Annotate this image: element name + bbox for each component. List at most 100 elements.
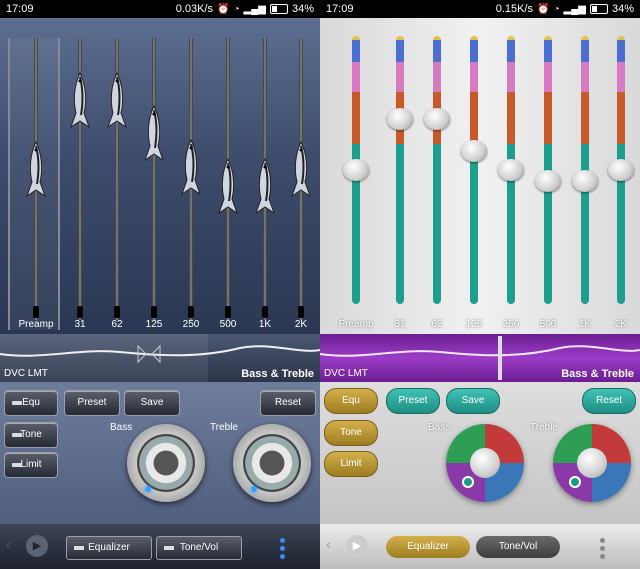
dvc-lmt-label: DVC LMT [324, 368, 368, 379]
slider-knob[interactable] [424, 108, 450, 131]
bass-led-icon [145, 486, 151, 492]
fish-slider-handle-icon[interactable] [107, 71, 127, 133]
tone-button[interactable]: Tone [324, 420, 378, 446]
preset-label: Preset [398, 395, 428, 406]
equalizer-tab[interactable]: Equalizer [386, 536, 470, 558]
slider-rail [152, 38, 156, 320]
control-area: Equ Tone Limit Preset Save Reset Bass Tr… [0, 382, 320, 524]
tone-vol-tab[interactable]: Tone/Vol [156, 536, 242, 560]
eq-slider-6[interactable]: 1K [247, 18, 283, 334]
reset-button[interactable]: Reset [582, 388, 636, 414]
equalizer-sliders: Preamp 31 62 125 250 500 1K 2K [320, 18, 640, 334]
bass-treble-wave: DVC LMT Bass & Treble [0, 334, 320, 382]
treble-title: Treble [210, 422, 238, 433]
fish-slider-handle-icon[interactable] [255, 157, 275, 219]
tone-vol-tab[interactable]: Tone/Vol [476, 536, 560, 558]
control-area: Equ Tone Limit Preset Save Reset Bass Tr… [320, 382, 640, 524]
slider-knob[interactable] [387, 108, 413, 131]
left-equalizer-screen: 17:09 0.03K/s ⏰ ◔ ▂▄▆ 34% Preamp 31 62 125 2… [0, 0, 320, 569]
status-bar: 17:09 0.15K/s ⏰ ◔ ▂▄▆ 34% [320, 0, 640, 18]
save-button[interactable]: Save [446, 388, 500, 414]
slider-rail-end [151, 306, 157, 318]
slider-knob[interactable] [572, 169, 598, 192]
eq-slider-5[interactable]: 500 [530, 18, 566, 334]
equalizer-tab-label: Equalizer [88, 542, 130, 553]
eq-slider-1[interactable]: 31 [62, 18, 98, 334]
slider-knob[interactable] [343, 159, 369, 181]
fish-slider-handle-icon[interactable] [26, 140, 46, 202]
preset-button[interactable]: Preset [386, 388, 440, 414]
bass-title: Bass [428, 422, 451, 433]
limit-button[interactable]: Limit [324, 451, 378, 477]
equalizer-tab[interactable]: Equalizer [66, 536, 152, 560]
treble-knob[interactable] [233, 424, 311, 502]
bass-treble-label: Bass & Treble [561, 368, 634, 380]
eq-slider-4[interactable]: 250 [173, 18, 209, 334]
eq-slider-6[interactable]: 1K [567, 18, 603, 334]
bass-treble-label: Bass & Treble [241, 368, 314, 380]
eq-band-label: 2K [294, 319, 308, 330]
bass-title: Bass [110, 422, 133, 433]
fish-slider-handle-icon[interactable] [144, 104, 164, 166]
eq-band-label: 2K [614, 319, 628, 330]
bass-knob[interactable] [127, 424, 205, 502]
slider-knob[interactable] [461, 140, 487, 163]
treble-led-icon [251, 486, 257, 492]
eq-slider-4[interactable]: 250 [493, 18, 529, 334]
network-speed: 0.15K/s [495, 3, 533, 15]
fish-slider-handle-icon[interactable] [70, 71, 90, 133]
status-bar: 17:09 0.03K/s ⏰ ◔ ▂▄▆ 34% [0, 0, 320, 18]
reset-label: Reset [595, 395, 623, 406]
eq-slider-2[interactable]: 62 [99, 18, 135, 334]
limit-button[interactable]: Limit [4, 452, 58, 478]
play-button[interactable]: ▶ [26, 535, 48, 557]
eq-slider-1[interactable]: 31 [382, 18, 418, 334]
alarm-icon: ⏰ [217, 3, 230, 15]
fish-slider-handle-icon[interactable] [181, 138, 201, 200]
tone-vol-tab-label: Tone/Vol [179, 542, 219, 553]
save-label: Save [140, 397, 164, 408]
save-button[interactable]: Save [124, 390, 180, 416]
eq-slider-5[interactable]: 500 [210, 18, 246, 334]
equalizer-panel: Preamp 31 62 125 250 500 1K 2K [320, 18, 640, 334]
bass-knob[interactable] [446, 424, 524, 502]
equ-button[interactable]: Equ [4, 390, 58, 416]
eq-slider-7[interactable]: 2K [603, 18, 639, 334]
eq-slider-7[interactable]: 2K [283, 18, 319, 334]
more-menu-icon[interactable] [280, 538, 288, 562]
equ-label: Equ [22, 397, 40, 408]
reset-label: Reset [274, 397, 302, 408]
eq-slider-3[interactable]: 125 [136, 18, 172, 334]
slider-rail-end [225, 306, 231, 318]
battery-level: 34% [291, 3, 314, 15]
fish-slider-handle-icon[interactable] [291, 140, 311, 202]
right-equalizer-screen: 17:09 0.15K/s ⏰ ◔ ▂▄▆ 34% Preamp 31 62 125 2… [320, 0, 640, 569]
play-button[interactable]: ▶ [346, 535, 368, 557]
slider-knob[interactable] [498, 159, 524, 181]
slider-knob[interactable] [535, 169, 561, 192]
treble-knob-center [577, 448, 607, 478]
fish-slider-handle-icon[interactable] [218, 157, 238, 219]
eq-slider-0[interactable]: Preamp [18, 18, 54, 334]
eq-slider-0[interactable]: Preamp [338, 18, 374, 334]
signal-icon: ▂▄▆ [563, 3, 586, 15]
status-time: 17:09 [326, 3, 354, 15]
eq-slider-3[interactable]: 125 [456, 18, 492, 334]
equ-button[interactable]: Equ [324, 388, 378, 414]
previous-icon[interactable]: ‹ [6, 536, 11, 552]
eq-slider-2[interactable]: 62 [419, 18, 455, 334]
equalizer-sliders: Preamp 31 62 125 250 500 1K 2K [0, 18, 320, 334]
slider-knob[interactable] [608, 159, 634, 181]
treble-knob[interactable] [553, 424, 631, 502]
tone-button[interactable]: Tone [4, 422, 58, 448]
preset-button[interactable]: Preset [64, 390, 120, 416]
previous-icon[interactable]: ‹ [326, 536, 331, 552]
equalizer-panel: Preamp 31 62 125 250 500 1K 2K [0, 18, 320, 334]
limit-label: Limit [340, 458, 362, 469]
more-menu-icon[interactable] [600, 538, 608, 562]
preset-label: Preset [77, 397, 107, 408]
slider-track [433, 36, 441, 304]
reset-button[interactable]: Reset [260, 390, 316, 416]
equ-label: Equ [342, 395, 360, 406]
dvc-lmt-label: DVC LMT [4, 368, 48, 379]
